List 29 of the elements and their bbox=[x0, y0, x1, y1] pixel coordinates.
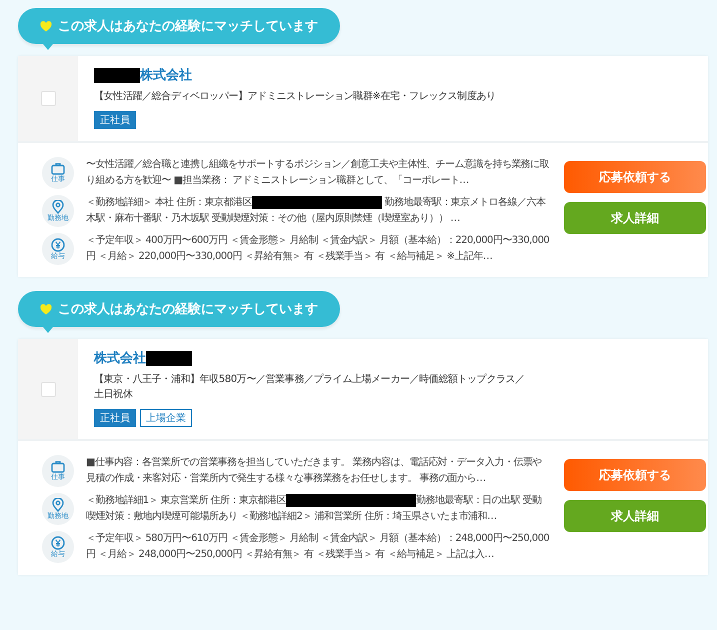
detail-text: ■仕事内容：各営業所での営業事務を担当していただきます。 業務内容は、電話応対・データ入力・伝票や見積の作成・来客対応・営業所内で発生する様々な事務業務をお任せします。 事務の面から… bbox=[86, 456, 543, 486]
details-button[interactable]: 求人詳細 bbox=[564, 500, 706, 532]
company-name-link[interactable]: 株式会社 bbox=[94, 349, 534, 367]
detail-text: ＜予定年収＞ 580万円〜610万円 ＜賃金形態＞ 月給制 ＜賃金内訳＞ 月額（基本給）：248,000円〜250,000円 ＜月給＞ 248,000円〜250,000円 ＜昇給有無＞ 有 ＜残業手当＞ 有 ＜給与補足＞ 上記は入… bbox=[86, 532, 550, 562]
employment-tag: 正社員 bbox=[94, 111, 136, 129]
location-pin-icon bbox=[51, 200, 65, 214]
location-pin-icon bbox=[51, 498, 65, 512]
heart-icon bbox=[40, 304, 52, 314]
job-title: 【女性活躍／総合ディベロッパー】アドミニストレーション職群※在宅・フレックス制度あり bbox=[94, 90, 497, 104]
checkbox[interactable] bbox=[40, 382, 56, 396]
detail-text: 〜女性活躍／総合職と連携し組織をサポートするポジション／創意工夫や主体性、チーム意識を持ち業務に取り組める方を歓迎〜 ■担当業務： アドミニストレーション職群として、「コーポレート… bbox=[86, 158, 550, 188]
company-name-link[interactable]: 株式会社 bbox=[94, 66, 534, 84]
employment-tag: 上場企業 bbox=[140, 409, 192, 427]
match-banner-text: この求人はあなたの経験にマッチしています bbox=[58, 18, 318, 35]
employment-tag: 正社員 bbox=[94, 409, 136, 427]
briefcase-icon bbox=[51, 460, 65, 473]
checkbox[interactable] bbox=[40, 91, 56, 106]
briefcase-icon bbox=[51, 162, 65, 175]
apply-button[interactable]: 応募依頼する bbox=[564, 161, 706, 193]
apply-button[interactable]: 応募依頼する bbox=[564, 459, 706, 491]
detail-text: ＜勤務地詳細＞ 本社 住所：東京都港区 勤務地最寄駅：東京メトロ各線／六本木駅・麻布十番駅・乃木坂駅 受動喫煙対策：その他（屋内原則禁煙（喫煙室あり）） … bbox=[86, 195, 546, 226]
detail-text: ＜予定年収＞ 400万円〜600万円 ＜賃金形態＞ 月給制 ＜賃金内訳＞ 月額（基本給）：220,000円〜330,000円 ＜月給＞ 220,000円〜330,000円 ＜昇給有無＞ 有 ＜残業手当＞ 有 ＜給与補足＞ ※上記年… bbox=[86, 234, 550, 264]
heart-icon bbox=[40, 20, 52, 32]
job-title: 【東京・八王子・浦和】年収580万〜／営業事務／プライム上場メーカー／時価総額トップクラス／土日祝休 bbox=[94, 372, 526, 402]
yen-coin-icon bbox=[51, 536, 65, 550]
yen-coin-icon bbox=[51, 238, 65, 252]
details-button[interactable]: 求人詳細 bbox=[564, 202, 706, 234]
detail-text: ＜勤務地詳細1＞ 東京営業所 住所：東京都港区 勤務地最寄駅：日の出駅 受動喫煙対策：敷地内喫煙可能場所あり ＜勤務地詳細2＞ 浦和営業所 住所：埼玉県さいたま市浦和… bbox=[86, 493, 543, 524]
match-banner-text: この求人はあなたの経験にマッチしています bbox=[58, 301, 318, 318]
